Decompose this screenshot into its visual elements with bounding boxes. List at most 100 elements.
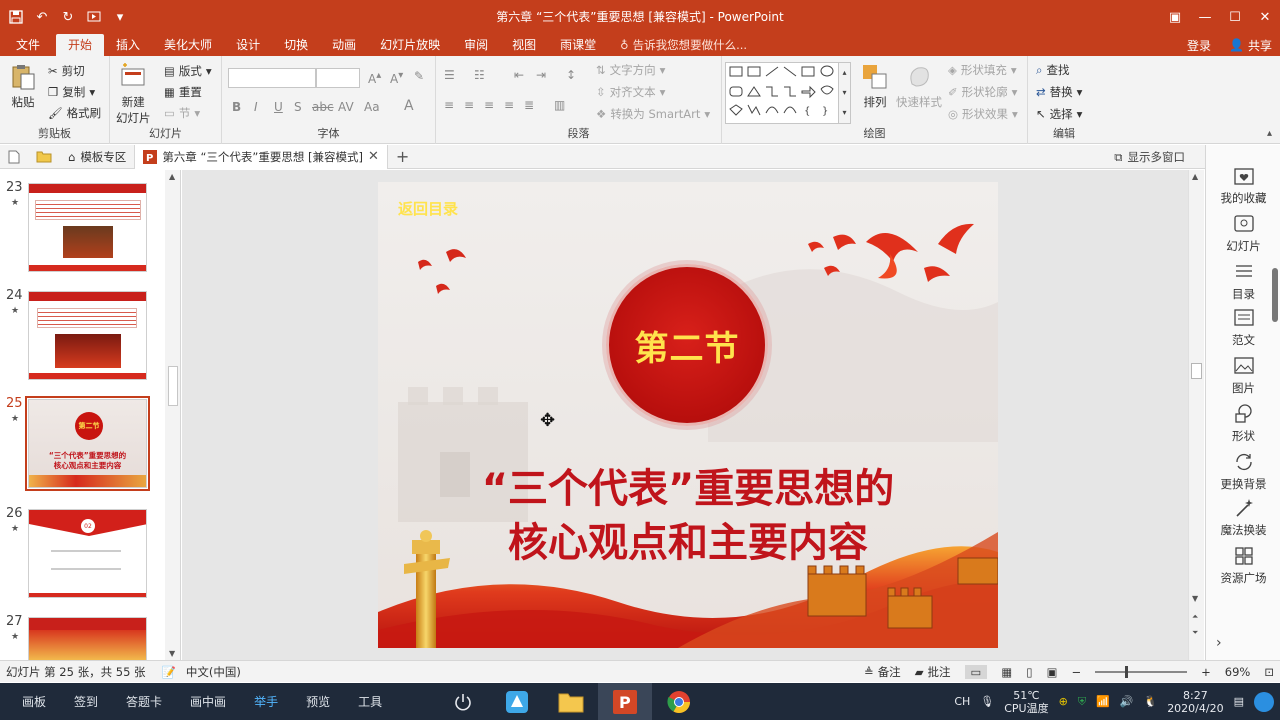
add-tab-icon[interactable]: + xyxy=(388,145,417,169)
qq-icon[interactable]: 🐧 xyxy=(1143,695,1157,708)
zoom-slider[interactable] xyxy=(1095,666,1188,678)
align-left-icon[interactable]: ≡ xyxy=(444,98,454,112)
line-spacing-icon[interactable]: ↕ xyxy=(566,68,576,82)
tool-tools[interactable]: 工具 xyxy=(344,693,396,710)
change-case-icon[interactable]: Aa xyxy=(364,100,380,114)
chrome-icon[interactable] xyxy=(652,683,706,720)
thumbnail-slide-27[interactable] xyxy=(28,617,147,660)
microphone-icon[interactable]: 🎙 xyxy=(980,695,994,708)
font-name-combo[interactable] xyxy=(228,68,316,88)
decrease-indent-icon[interactable]: ⇤ xyxy=(514,68,524,82)
copy-button[interactable]: ❐ 复制 ▾ xyxy=(48,84,95,100)
columns-icon[interactable]: ▥ xyxy=(554,98,565,112)
tab-current-document[interactable]: P 第六章 “三个代表”重要思想 [兼容模式] ✕ xyxy=(134,144,388,169)
shield-icon[interactable]: ⛨ xyxy=(1078,695,1086,709)
tab-insert[interactable]: 插入 xyxy=(104,34,152,56)
shape-fill-button[interactable]: ◈ 形状填充 ▾ xyxy=(948,62,1017,78)
bold-icon[interactable]: B xyxy=(232,100,241,114)
smartart-button[interactable]: ❖ 转换为 SmartArt ▾ xyxy=(596,106,710,122)
ribbon-display-options-icon[interactable]: ▣ xyxy=(1160,0,1190,34)
tab-animations[interactable]: 动画 xyxy=(320,34,368,56)
slide-sorter-icon[interactable]: ▦ xyxy=(1001,665,1012,679)
strikethrough-icon[interactable]: abc xyxy=(312,100,334,114)
expand-pane-icon[interactable]: › xyxy=(1216,635,1222,651)
tab-home[interactable]: 开始 xyxy=(56,34,105,56)
tab-template-zone[interactable]: ⌂ 模板专区 xyxy=(60,145,134,169)
tab-transitions[interactable]: 切换 xyxy=(272,34,320,56)
zoom-in-icon[interactable]: + xyxy=(1201,665,1211,679)
new-document-icon[interactable] xyxy=(0,145,28,169)
tool-raise-hand[interactable]: 举手 xyxy=(240,693,292,710)
shadow-icon[interactable]: S xyxy=(294,100,302,114)
language-indicator[interactable]: 中文(中国) xyxy=(186,664,241,680)
zoom-slider-thumb[interactable] xyxy=(1125,666,1129,678)
align-right-icon[interactable]: ≡ xyxy=(484,98,494,112)
close-icon[interactable]: ✕ xyxy=(1250,0,1280,34)
back-to-contents-link[interactable]: 返回目录 xyxy=(398,198,458,219)
scroll-down-icon[interactable]: ▼ xyxy=(1192,594,1198,603)
maximize-icon[interactable]: ☐ xyxy=(1220,0,1250,34)
scroll-up-icon[interactable]: ▲ xyxy=(1192,172,1198,181)
login-link[interactable]: 登录 xyxy=(1187,37,1211,54)
tab-view[interactable]: 视图 xyxy=(500,34,548,56)
task-sample-text[interactable]: 范文 xyxy=(1206,307,1280,348)
task-change-background[interactable]: 更换背景 xyxy=(1206,451,1280,492)
reading-view-icon[interactable]: ▯ xyxy=(1026,665,1032,679)
arrange-button[interactable]: 排列 xyxy=(860,62,890,110)
ime-indicator[interactable]: CH xyxy=(954,695,970,708)
shapes-gallery-scroll[interactable]: ▴ ▾ ▾ xyxy=(838,62,851,124)
power-icon[interactable] xyxy=(436,683,490,720)
italic-icon[interactable]: I xyxy=(254,100,258,114)
volume-icon[interactable]: 🔊 xyxy=(1120,695,1134,708)
notification-icon[interactable]: ▤ xyxy=(1234,695,1244,708)
tab-file[interactable]: 文件 xyxy=(0,34,56,56)
show-multi-window-button[interactable]: ⧉ 显示多窗口 xyxy=(1114,145,1185,169)
customize-qat-icon[interactable]: ▾ xyxy=(112,9,128,25)
slide-scroll-thumb[interactable] xyxy=(1191,363,1202,379)
scroll-up-icon[interactable]: ▲ xyxy=(169,172,175,181)
close-tab-icon[interactable]: ✕ xyxy=(368,149,379,164)
spellcheck-icon[interactable]: 📝 xyxy=(162,665,176,679)
increase-font-icon[interactable]: A▴ xyxy=(368,70,381,86)
reset-button[interactable]: ▦ 重置 xyxy=(164,84,202,100)
previous-slide-icon[interactable]: ⏶ xyxy=(1192,612,1198,622)
char-spacing-icon[interactable]: AV xyxy=(338,100,354,114)
cut-button[interactable]: ✂ 剪切 xyxy=(48,63,85,79)
thumbnail-scrollbar[interactable]: ▲ ▼ xyxy=(165,170,180,660)
tool-whiteboard[interactable]: 画板 xyxy=(0,693,60,710)
decrease-font-icon[interactable]: A▾ xyxy=(390,70,403,86)
tab-beautify-master[interactable]: 美化大师 xyxy=(152,34,224,56)
section-button[interactable]: ▭ 节 ▾ xyxy=(164,105,200,121)
bullets-icon[interactable]: ☰ xyxy=(444,68,455,82)
zoom-out-icon[interactable]: − xyxy=(1072,665,1082,679)
file-explorer-icon[interactable] xyxy=(544,683,598,720)
current-slide[interactable]: 返回目录 第二节 “三个代表”重要思想的 核心观点和主要内容 xyxy=(378,182,998,648)
thumbnail-slide-25[interactable]: 第二节 “三个代表”重要思想的 核心观点和主要内容 xyxy=(25,396,150,491)
tab-design[interactable]: 设计 xyxy=(224,34,272,56)
tool-preview[interactable]: 预览 xyxy=(292,693,344,710)
save-icon[interactable] xyxy=(8,9,24,25)
thumbnail-slide-24[interactable] xyxy=(28,291,147,380)
tab-slideshow[interactable]: 幻灯片放映 xyxy=(368,34,452,56)
text-direction-button[interactable]: ⇅ 文字方向 ▾ xyxy=(596,62,665,78)
justify-icon[interactable]: ≡ xyxy=(504,98,514,112)
layout-button[interactable]: ▤ 版式 ▾ xyxy=(164,63,212,79)
shape-effects-button[interactable]: ◎ 形状效果 ▾ xyxy=(948,106,1018,122)
tab-review[interactable]: 审阅 xyxy=(452,34,500,56)
fit-slide-icon[interactable]: ⊡ xyxy=(1264,665,1274,679)
slide-editing-area[interactable]: 返回目录 第二节 “三个代表”重要思想的 核心观点和主要内容 ✥ xyxy=(182,170,1188,660)
timer-badge[interactable] xyxy=(1254,691,1274,712)
select-button[interactable]: ↖ 选择 ▾ xyxy=(1036,106,1082,122)
task-magic-restyle[interactable]: 魔法换装 xyxy=(1206,497,1280,538)
replace-button[interactable]: ⇄ 替换 ▾ xyxy=(1036,84,1082,100)
tool-picture-in-picture[interactable]: 画中画 xyxy=(176,693,240,710)
notes-button[interactable]: ≜ 备注 xyxy=(864,664,901,680)
numbering-icon[interactable]: ☷ xyxy=(474,68,485,82)
task-pictures[interactable]: 图片 xyxy=(1206,355,1280,396)
slideshow-view-icon[interactable]: ▣ xyxy=(1047,665,1058,679)
zoom-level[interactable]: 69% xyxy=(1225,665,1251,679)
thumbnail-scroll-thumb[interactable] xyxy=(168,366,178,406)
task-shapes[interactable]: 形状 xyxy=(1206,403,1280,444)
clock[interactable]: 8:27 2020/4/20 xyxy=(1167,689,1223,715)
paste-button[interactable]: 粘贴 xyxy=(8,62,38,110)
